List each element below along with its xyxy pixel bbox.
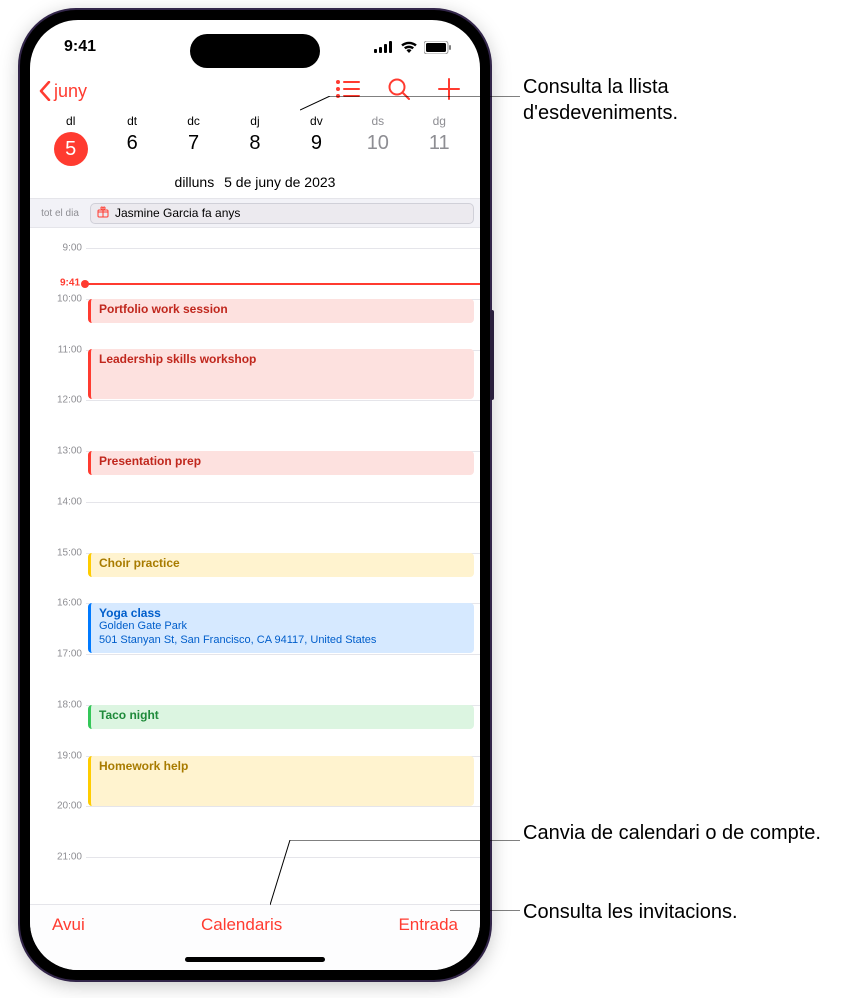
event-homework[interactable]: Homework help (88, 756, 474, 806)
callout-invites: Consulta les invitacions. (523, 899, 833, 925)
all-day-event-title: Jasmine Garcia fa anys (115, 206, 240, 220)
weekday-label: dg (409, 114, 470, 128)
home-indicator[interactable] (185, 957, 325, 962)
list-icon (336, 80, 360, 98)
hour-label: 17:00 (34, 649, 82, 660)
time-gutter: 9:00 10:00 11:00 12:00 13:00 14:00 15:00… (30, 228, 86, 888)
now-label: 9:41 (30, 278, 80, 289)
hour-label: 13:00 (34, 446, 82, 457)
event-title: Presentation prep (99, 454, 201, 468)
status-time: 9:41 (64, 38, 96, 56)
day-cell[interactable]: 11 (409, 132, 470, 166)
day-cell[interactable]: 7 (163, 132, 224, 166)
event-title: Taco night (99, 708, 159, 722)
all-day-label: tot el dia (30, 208, 90, 219)
event-leadership[interactable]: Leadership skills workshop (88, 349, 474, 399)
hour-label: 14:00 (34, 496, 82, 507)
event-title: Leadership skills workshop (99, 352, 256, 366)
leader-line (300, 96, 520, 116)
back-label: juny (54, 81, 87, 102)
today-button[interactable]: Avui (52, 915, 85, 935)
weekday-label: dj (224, 114, 285, 128)
weekday-label: dc (163, 114, 224, 128)
timeline[interactable]: 9:00 10:00 11:00 12:00 13:00 14:00 15:00… (30, 228, 480, 888)
full-date-text: 5 de juny de 2023 (224, 174, 335, 190)
hour-label: 18:00 (34, 699, 82, 710)
callout-switch: Canvia de calendari o de compte. (523, 820, 823, 846)
event-address: 501 Stanyan St, San Francisco, CA 94117,… (99, 634, 466, 648)
status-icons (374, 41, 452, 54)
battery-icon (424, 41, 452, 54)
wifi-icon (400, 41, 418, 53)
event-title: Portfolio work session (99, 302, 228, 316)
day-cell[interactable]: 10 (347, 132, 408, 166)
hour-label: 16:00 (34, 598, 82, 609)
weekday-label: dl (40, 114, 101, 128)
leader-line (270, 840, 520, 920)
screen: 9:41 juny (30, 20, 480, 970)
hour-label: 10:00 (34, 293, 82, 304)
hour-label: 21:00 (34, 852, 82, 863)
hour-label: 20:00 (34, 801, 82, 812)
event-choir[interactable]: Choir practice (88, 553, 474, 577)
back-button[interactable]: juny (38, 81, 87, 102)
weekday-header: dl dt dc dj dv ds dg (30, 114, 480, 128)
chevron-left-icon (38, 81, 52, 101)
hour-label: 12:00 (34, 395, 82, 406)
hour-label: 19:00 (34, 750, 82, 761)
weekday-label: ds (347, 114, 408, 128)
hour-label: 9:00 (34, 243, 82, 254)
leader-line (450, 910, 520, 920)
day-cell[interactable]: 6 (101, 132, 162, 166)
weekday-label: dv (286, 114, 347, 128)
day-cell[interactable]: 9 (286, 132, 347, 166)
all-day-event[interactable]: Jasmine Garcia fa anys (90, 203, 474, 224)
event-title: Choir practice (99, 556, 180, 570)
event-yoga[interactable]: Yoga class Golden Gate Park 501 Stanyan … (88, 603, 474, 653)
day-cell-selected[interactable]: 5 (40, 132, 101, 166)
hour-label: 15:00 (34, 547, 82, 558)
weekday-label: dt (101, 114, 162, 128)
event-taco[interactable]: Taco night (88, 705, 474, 729)
cellular-icon (374, 41, 394, 53)
now-indicator (86, 283, 480, 285)
event-portfolio[interactable]: Portfolio work session (88, 299, 474, 323)
full-date: dilluns 5 de juny de 2023 (30, 174, 480, 198)
event-title: Homework help (99, 759, 188, 773)
event-location: Golden Gate Park (99, 620, 466, 634)
all-day-row: tot el dia Jasmine Garcia fa anys (30, 198, 480, 228)
day-cell[interactable]: 8 (224, 132, 285, 166)
gift-icon (97, 206, 109, 221)
day-number-row: 5 6 7 8 9 10 11 (30, 128, 480, 174)
phone-frame: 9:41 juny (20, 10, 490, 980)
callout-list: Consulta la llista d'esdeveniments. (523, 74, 823, 126)
full-date-dow: dilluns (175, 174, 215, 190)
hour-label: 11:00 (34, 344, 82, 355)
event-presentation[interactable]: Presentation prep (88, 451, 474, 475)
dynamic-island (190, 34, 320, 68)
event-title: Yoga class (99, 606, 161, 620)
